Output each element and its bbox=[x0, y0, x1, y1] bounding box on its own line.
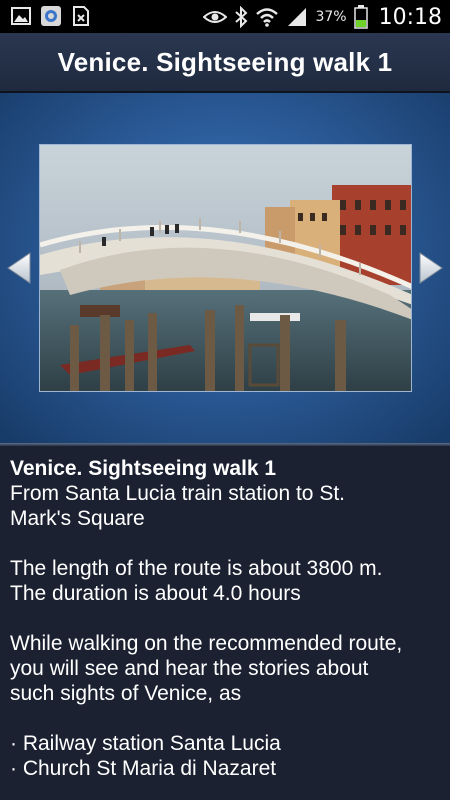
battery-percent: 37% bbox=[315, 9, 347, 25]
route-length: The length of the route is about 3800 m. bbox=[10, 557, 383, 580]
venice-bridge-photo[interactable] bbox=[39, 144, 412, 392]
arrow-right-icon[interactable] bbox=[418, 251, 444, 285]
wifi-icon bbox=[256, 8, 279, 27]
eye-icon bbox=[203, 11, 228, 23]
route-title: Venice. Sightseeing walk 1 bbox=[10, 457, 277, 480]
notification-icons bbox=[10, 5, 92, 27]
status-bar: 37% 10:18 bbox=[0, 0, 450, 33]
signal-icon bbox=[288, 8, 307, 26]
page-title: Venice. Sightseeing walk 1 bbox=[57, 46, 393, 77]
photo-image bbox=[40, 145, 411, 391]
route-description: Venice. Sightseeing walk 1 From Santa Lu… bbox=[10, 456, 440, 781]
clock: 10:18 bbox=[378, 4, 442, 30]
browser-icon bbox=[41, 6, 61, 26]
bluetooth-icon bbox=[235, 6, 248, 28]
gallery-icon bbox=[11, 7, 31, 25]
intro-line1: While walking on the recommended route, bbox=[10, 632, 403, 655]
file-icon bbox=[73, 6, 89, 26]
route-duration: The duration is about 4.0 hours bbox=[10, 582, 301, 605]
route-subtitle-line2: Mark's Square bbox=[10, 507, 145, 530]
route-subtitle-line1: From Santa Lucia train station to St. bbox=[10, 482, 345, 505]
system-icons: 37% 10:18 bbox=[203, 3, 442, 31]
intro-line3: such sights of Venice, as bbox=[10, 682, 242, 705]
intro-line2: you will see and hear the stories about bbox=[10, 657, 369, 680]
battery-icon bbox=[353, 5, 368, 29]
list-item: · Church St Maria di Nazaret bbox=[10, 757, 277, 780]
photo-gallery[interactable] bbox=[0, 93, 450, 443]
title-bar: Venice. Sightseeing walk 1 bbox=[0, 33, 450, 93]
list-item: · Railway station Santa Lucia bbox=[10, 732, 281, 755]
divider bbox=[0, 443, 450, 446]
arrow-left-icon[interactable] bbox=[6, 251, 32, 285]
